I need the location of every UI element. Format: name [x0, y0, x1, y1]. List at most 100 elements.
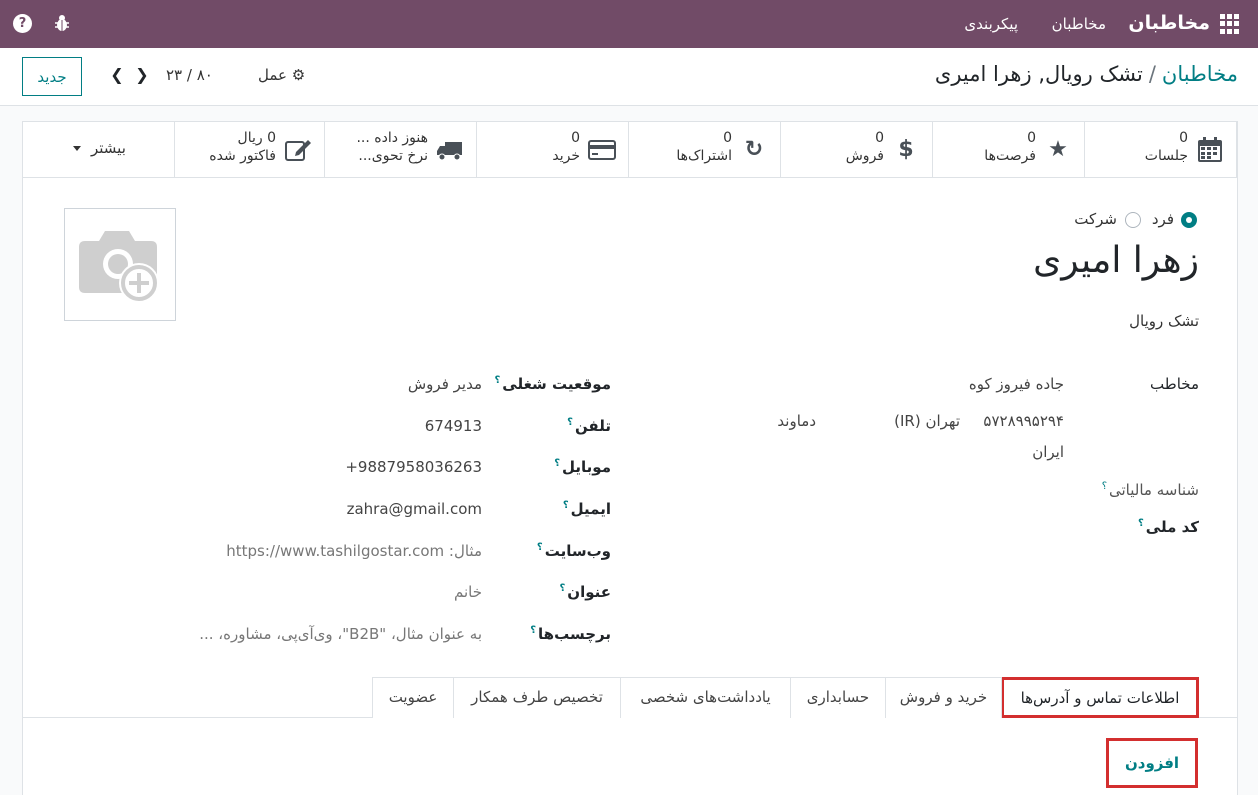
- dollar-icon: $: [898, 137, 914, 162]
- help-icon[interactable]: ؟: [494, 375, 500, 386]
- stat-value: 0 ریال: [237, 130, 276, 146]
- calendar-icon: [1198, 137, 1222, 162]
- job-position-field[interactable]: مدیر فروش: [408, 375, 482, 393]
- country-field[interactable]: ایران: [1032, 443, 1064, 461]
- breadcrumb-parent-link[interactable]: مخاطبان: [1162, 62, 1238, 86]
- stat-label: فاکتور شده: [209, 148, 276, 164]
- email-label: ایمیل؟: [562, 500, 611, 518]
- add-contact-button[interactable]: افزودن: [1106, 738, 1198, 788]
- avatar-upload[interactable]: [64, 208, 176, 321]
- city-field[interactable]: دماوند: [777, 412, 816, 430]
- smart-button-box: 0 جلسات ★ 0 فرصت‌ها $ 0 فروش ↻ 0 اشتراک‌…: [23, 122, 1237, 178]
- pager-previous-icon[interactable]: ❮: [109, 66, 125, 84]
- credit-card-icon: [588, 140, 616, 160]
- gear-icon: ⚙: [291, 66, 306, 84]
- meetings-stat-text: 0 جلسات: [1145, 129, 1188, 165]
- tags-label: برچسب‌ها؟: [530, 625, 611, 643]
- help-icon[interactable]: ؟: [1102, 481, 1107, 492]
- pager-value[interactable]: ۲۳ / ۸۰: [166, 66, 213, 84]
- title-field[interactable]: خانم: [454, 583, 482, 601]
- more-button[interactable]: بیشتر: [23, 122, 175, 178]
- top-navbar: مخاطبان مخاطبان پیکربندی ?: [0, 0, 1258, 48]
- opportunities-stat-text: 0 فرصت‌ها: [984, 129, 1036, 165]
- action-menu[interactable]: عمل ⚙: [258, 66, 305, 84]
- menu-contacts[interactable]: مخاطبان: [1052, 15, 1106, 33]
- apps-menu-icon[interactable]: [1220, 14, 1240, 34]
- stat-label: اشتراک‌ها: [676, 148, 732, 164]
- stat-value: 0: [571, 130, 580, 146]
- breadcrumb: مخاطبان/تشک رویال, زهرا امیری: [935, 62, 1238, 86]
- tags-field[interactable]: به عنوان مثال، "B2B"، وی‌آی‌پی، مشاوره، …: [199, 625, 482, 643]
- address-label: مخاطب: [1150, 375, 1199, 393]
- help-icon[interactable]: ؟: [554, 458, 560, 469]
- stat-label: خرید: [552, 148, 580, 164]
- title-label: عنوان؟: [559, 583, 611, 601]
- tab-sales-purchase[interactable]: خرید و فروش: [885, 677, 1002, 718]
- job-position-label: موقعیت شغلی؟: [494, 375, 611, 393]
- subscriptions-stat-text: 0 اشتراک‌ها: [676, 129, 732, 165]
- help-icon[interactable]: ؟: [563, 500, 569, 511]
- tab-internal-notes[interactable]: یادداشت‌های شخصی: [620, 677, 791, 718]
- mobile-label: موبایل؟: [554, 458, 611, 476]
- meetings-stat-button[interactable]: 0 جلسات: [1085, 122, 1237, 178]
- sales-stat-text: 0 فروش: [846, 129, 884, 165]
- company-radio-label[interactable]: شرکت: [1074, 210, 1117, 228]
- help-icon[interactable]: ?: [13, 14, 32, 33]
- refresh-icon: ↻: [744, 137, 764, 162]
- stat-value: 0: [1179, 130, 1188, 146]
- edit-icon: [285, 140, 311, 161]
- breadcrumb-current: تشک رویال, زهرا امیری: [934, 62, 1143, 86]
- truck-icon: [437, 142, 462, 161]
- purchases-stat-button[interactable]: 0 خرید: [477, 122, 629, 178]
- debug-bug-icon[interactable]: [54, 14, 70, 32]
- person-radio-label[interactable]: فرد: [1152, 210, 1174, 228]
- parent-company-field[interactable]: تشک رویال: [1129, 312, 1199, 330]
- website-field[interactable]: مثال: https://www.tashilgostar.com: [226, 542, 482, 560]
- stat-label: فروش: [845, 148, 884, 164]
- on-time-rate-stat-text: هنوز داده ... نرخ تحوی...: [356, 129, 428, 165]
- tab-membership[interactable]: عضویت: [372, 677, 454, 718]
- on-time-rate-stat-button[interactable]: هنوز داده ... نرخ تحوی...: [325, 122, 477, 178]
- action-label: عمل: [258, 66, 287, 84]
- invoiced-stat-button[interactable]: 0 ریال فاکتور شده: [173, 122, 325, 178]
- partner-name-field[interactable]: زهرا امیری: [1033, 240, 1199, 281]
- help-icon[interactable]: ؟: [567, 417, 573, 428]
- email-field[interactable]: zahra@gmail.com: [347, 500, 482, 518]
- subscriptions-stat-button[interactable]: ↻ 0 اشتراک‌ها: [629, 122, 781, 178]
- help-icon[interactable]: ؟: [1138, 518, 1144, 529]
- company-radio[interactable]: [1125, 212, 1141, 228]
- caret-down-icon: [73, 146, 81, 151]
- stat-value: 0: [875, 130, 884, 146]
- national-code-label: کد ملی؟: [1137, 518, 1199, 536]
- help-icon[interactable]: ؟: [559, 583, 565, 594]
- menu-configuration[interactable]: پیکربندی: [964, 15, 1018, 33]
- stat-label: فرصت‌ها: [984, 148, 1036, 164]
- tax-id-label: شناسه مالیاتی؟: [1101, 481, 1199, 499]
- camera-plus-icon: [79, 231, 159, 303]
- tab-contacts-addresses[interactable]: اطلاعات تماس و آدرس‌ها: [1001, 677, 1199, 718]
- sales-stat-button[interactable]: $ 0 فروش: [781, 122, 933, 178]
- help-icon[interactable]: ؟: [530, 625, 536, 636]
- phone-field[interactable]: 674913: [425, 417, 482, 435]
- opportunities-stat-button[interactable]: ★ 0 فرصت‌ها: [933, 122, 1085, 178]
- app-brand[interactable]: مخاطبان: [1128, 12, 1210, 34]
- more-label: بیشتر: [91, 139, 126, 157]
- pager-next-icon[interactable]: ❯: [134, 66, 150, 84]
- help-icon[interactable]: ؟: [537, 542, 543, 553]
- tab-partner-assignment[interactable]: تخصیص طرف همکار: [453, 677, 621, 718]
- mobile-field[interactable]: +9887958036263: [345, 458, 482, 476]
- stat-label: جلسات: [1144, 148, 1188, 164]
- person-radio[interactable]: [1181, 212, 1197, 228]
- new-record-button[interactable]: جدید: [22, 57, 82, 96]
- breadcrumb-separator: /: [1148, 62, 1156, 86]
- stat-value: هنوز داده ...: [356, 130, 428, 146]
- website-label: وب‌سایت؟: [536, 542, 611, 560]
- tab-accounting[interactable]: حسابداری: [790, 677, 886, 718]
- state-field[interactable]: تهران (IR): [894, 412, 960, 430]
- street-field[interactable]: جاده فیروز کوه: [969, 375, 1064, 393]
- stat-value: 0: [1027, 130, 1036, 146]
- control-panel: مخاطبان/تشک رویال, زهرا امیری جدید ❮ ❯ ۲…: [0, 48, 1258, 106]
- star-icon: ★: [1048, 137, 1068, 162]
- zip-field[interactable]: ۵۷۲۸۹۹۵۲۹۴: [983, 412, 1064, 430]
- stat-value: 0: [723, 130, 732, 146]
